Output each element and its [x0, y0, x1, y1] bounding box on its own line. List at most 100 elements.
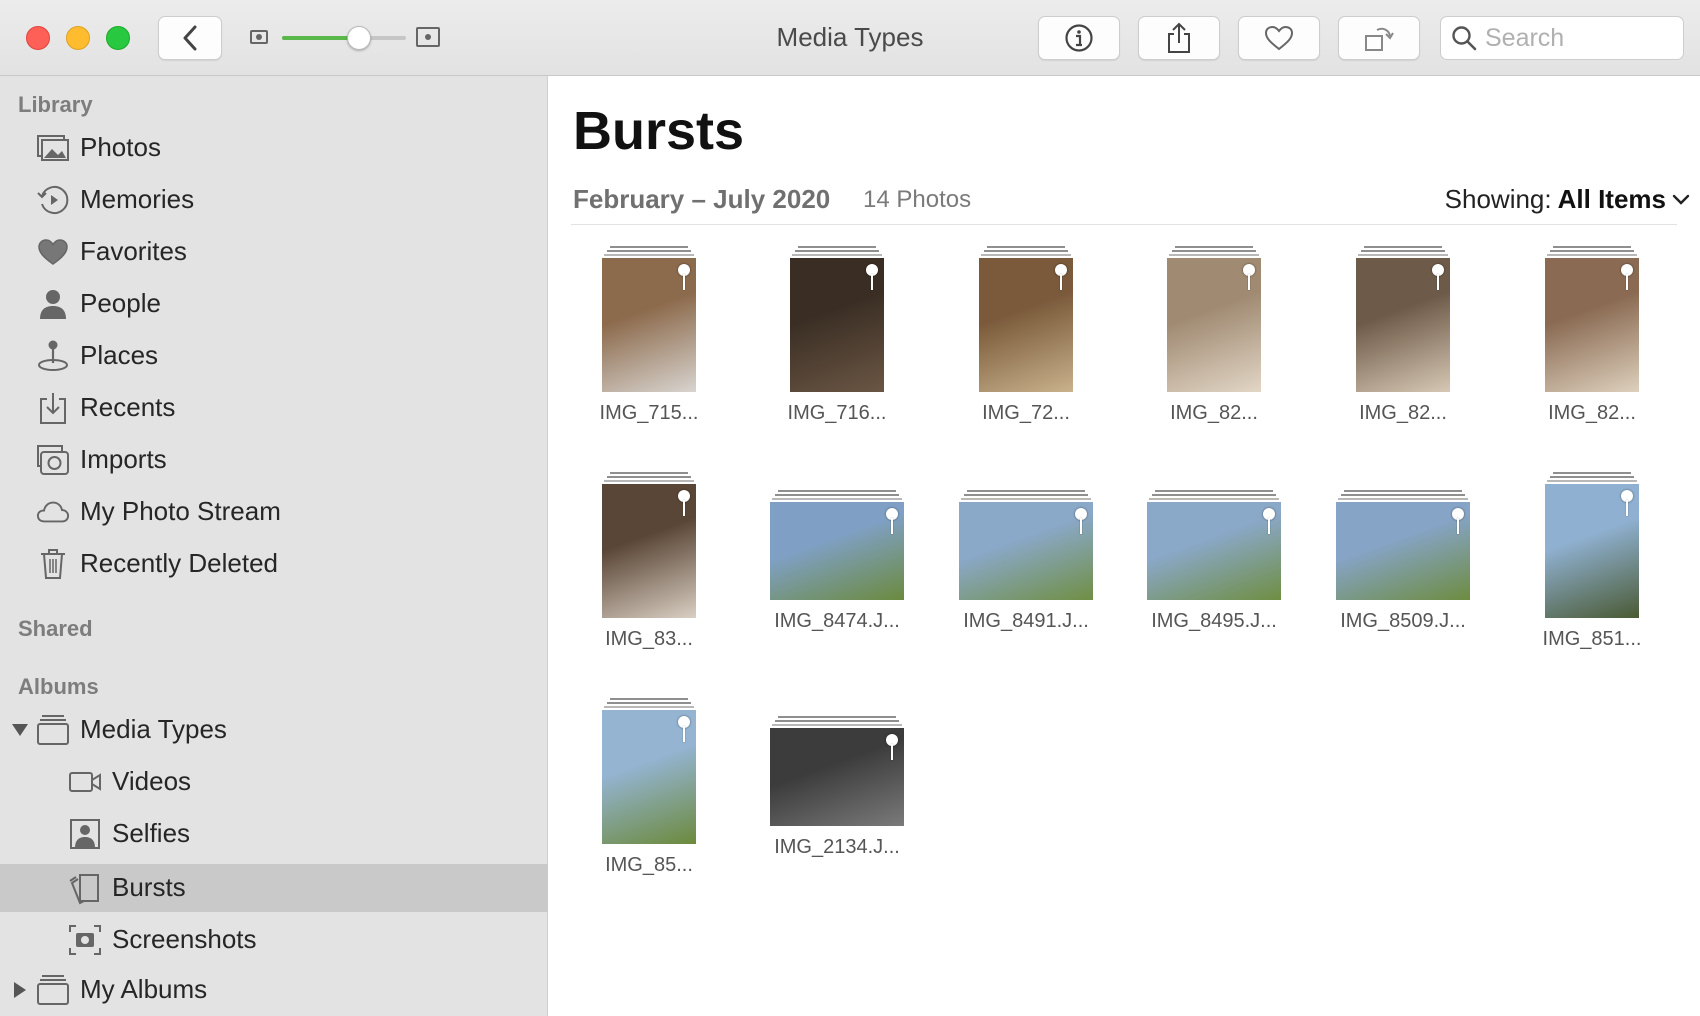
photo-label: IMG_8491.J...	[963, 610, 1089, 632]
burst-stack-line	[607, 250, 691, 252]
burst-stack-line	[1553, 246, 1631, 248]
burst-stack-line	[610, 246, 688, 248]
burst-pin-icon	[1243, 264, 1255, 292]
photo-image	[1147, 502, 1281, 600]
sidebar-item-my-albums[interactable]: My Albums	[0, 966, 548, 1014]
sidebar-item-label: Favorites	[80, 236, 187, 266]
sidebar-item-selfies[interactable]: Selfies	[0, 810, 548, 858]
burst-pin-icon	[1263, 508, 1275, 536]
burst-stack-line	[610, 698, 688, 700]
photo-thumbnail[interactable]: IMG_82...	[1120, 234, 1308, 444]
burst-stack-line	[607, 476, 691, 478]
sidebar-item-screenshots[interactable]: Screenshots	[0, 916, 548, 964]
burst-pin-icon	[866, 264, 878, 292]
sidebar-item-places[interactable]: Places	[0, 332, 548, 380]
photo-thumbnail[interactable]: IMG_8491.J...	[932, 460, 1120, 670]
burst-stack-line	[1550, 250, 1634, 252]
sidebar-item-imports[interactable]: Imports	[0, 436, 548, 484]
burst-stack-line	[1344, 490, 1462, 492]
showing-filter[interactable]: Showing: All Items	[1445, 184, 1690, 215]
burst-stack-line	[795, 250, 879, 252]
photo-thumbnail[interactable]: IMG_72...	[932, 234, 1120, 444]
window-title: Media Types	[776, 22, 924, 52]
sidebar-item-label: Recents	[80, 392, 176, 422]
camera-icon	[36, 444, 70, 476]
albums-section-header[interactable]: Albums	[18, 674, 99, 700]
burst-stack-line	[792, 254, 882, 256]
sidebar-item-photos[interactable]: Photos	[0, 124, 548, 172]
photo-thumbnail[interactable]: IMG_83...	[555, 460, 743, 670]
photo-thumbnail[interactable]: IMG_8509.J...	[1309, 460, 1497, 670]
photo-label: IMG_72...	[982, 402, 1070, 424]
share-button[interactable]	[1138, 16, 1220, 60]
sidebar-item-label: Photos	[80, 132, 161, 162]
trash-icon	[36, 548, 70, 580]
sidebar-item-memories[interactable]: Memories	[0, 176, 548, 224]
shared-section-header[interactable]: Shared	[18, 616, 93, 642]
zoom-slider-knob[interactable]	[346, 26, 371, 50]
sidebar-item-label: Bursts	[112, 872, 186, 902]
sidebar-item-favorites[interactable]: Favorites	[0, 228, 548, 276]
photo-thumbnail[interactable]: IMG_8474.J...	[743, 460, 931, 670]
photo-thumbnail[interactable]: IMG_85...	[555, 686, 743, 896]
search-field[interactable]	[1440, 16, 1684, 60]
burst-stack-line	[984, 250, 1068, 252]
photo-thumbnail[interactable]: IMG_2134.J...	[743, 686, 931, 896]
photos-icon	[36, 132, 70, 164]
sidebar-item-my-photo-stream[interactable]: My Photo Stream	[0, 488, 548, 536]
rotate-button[interactable]	[1338, 16, 1420, 60]
sidebar-item-label: People	[80, 288, 161, 318]
burst-stack-line	[778, 490, 896, 492]
photo-thumbnail[interactable]: IMG_82...	[1498, 234, 1686, 444]
info-button[interactable]	[1038, 16, 1120, 60]
photo-thumbnail[interactable]: IMG_715...	[555, 234, 743, 444]
burst-stack-line	[607, 702, 691, 704]
sidebar-item-recents[interactable]: Recents	[0, 384, 548, 432]
burst-pin-icon	[1432, 264, 1444, 292]
sidebar-item-people[interactable]: People	[0, 280, 548, 328]
back-button[interactable]	[158, 16, 222, 60]
video-icon	[68, 766, 102, 798]
burst-pin-icon	[678, 716, 690, 744]
photo-thumbnail[interactable]: IMG_82...	[1309, 234, 1497, 444]
sidebar-item-label: Recently Deleted	[80, 548, 278, 578]
photo-label: IMG_85...	[605, 854, 693, 876]
header-divider	[571, 224, 1677, 225]
burst-pin-icon	[1452, 508, 1464, 536]
sidebar-item-label: My Photo Stream	[80, 496, 281, 526]
photo-thumbnail[interactable]: IMG_8495.J...	[1120, 460, 1308, 670]
burst-pin-icon	[1055, 264, 1067, 292]
burst-stack-line	[1341, 494, 1465, 496]
zoom-window-button[interactable]	[106, 26, 130, 50]
favorite-button[interactable]	[1238, 16, 1320, 60]
close-window-button[interactable]	[26, 26, 50, 50]
zoom-in-icon[interactable]	[416, 27, 440, 47]
disclosure-collapsed-icon[interactable]	[10, 980, 30, 1000]
info-icon	[1065, 24, 1093, 52]
page-title: Bursts	[573, 101, 745, 161]
photo-label: IMG_82...	[1359, 402, 1447, 424]
burst-stack-line	[967, 490, 1085, 492]
disclosure-expanded-icon[interactable]	[10, 720, 30, 740]
library-section-header: Library	[18, 92, 93, 117]
sidebar-item-media-types[interactable]: Media Types	[0, 706, 548, 754]
burst-stack-line	[981, 254, 1071, 256]
burst-stack-line	[775, 494, 899, 496]
memories-icon	[36, 184, 70, 216]
sidebar-item-recently-deleted[interactable]: Recently Deleted	[0, 540, 548, 588]
photo-thumbnail[interactable]: IMG_716...	[743, 234, 931, 444]
photo-image	[959, 502, 1093, 600]
photo-thumbnail[interactable]: IMG_851...	[1498, 460, 1686, 670]
heart-icon	[36, 236, 70, 268]
zoom-slider[interactable]	[282, 26, 406, 50]
burst-pin-icon	[1075, 508, 1087, 536]
sidebar-item-bursts[interactable]: Bursts	[0, 864, 548, 912]
search-input[interactable]	[1485, 23, 1675, 53]
sidebar: Library Photos Memories Favorites People…	[0, 76, 548, 1016]
photo-image	[1336, 502, 1470, 600]
minimize-window-button[interactable]	[66, 26, 90, 50]
sidebar-item-label: Media Types	[80, 714, 227, 744]
zoom-out-icon[interactable]	[250, 30, 268, 44]
burst-stack-line	[1169, 254, 1259, 256]
sidebar-item-videos[interactable]: Videos	[0, 758, 548, 806]
